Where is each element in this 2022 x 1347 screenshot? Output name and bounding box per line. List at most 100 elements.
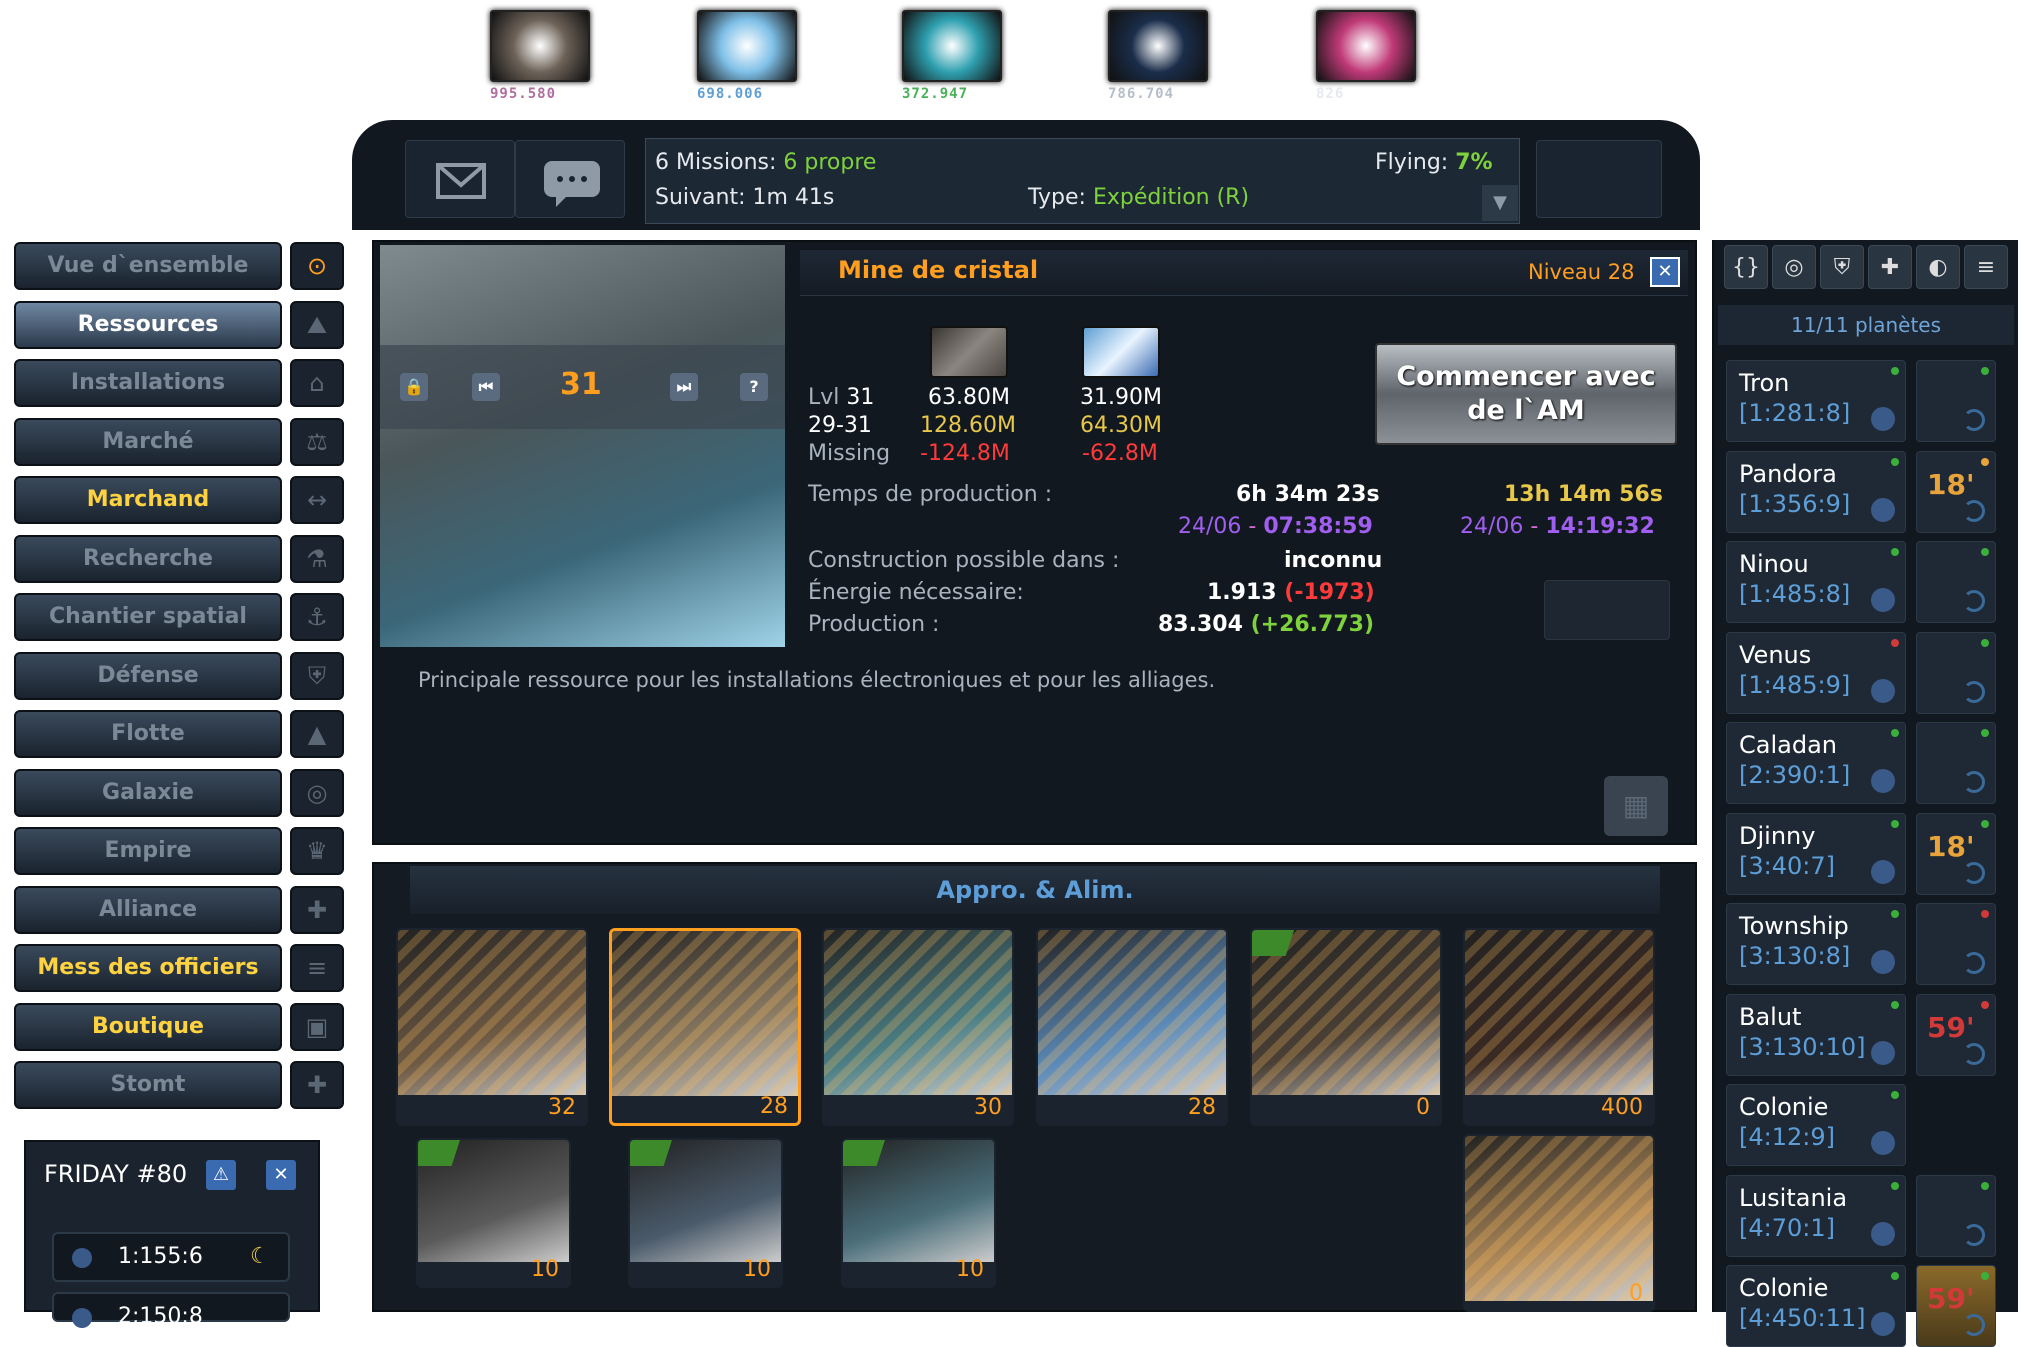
planet-item[interactable]: Pandora [1:356:9] bbox=[1726, 450, 1906, 533]
building-tile[interactable]: 10 bbox=[416, 1138, 571, 1288]
moon-item[interactable] bbox=[1916, 1174, 1996, 1257]
building-tile[interactable]: 28 bbox=[609, 928, 801, 1126]
friday-title: FRIDAY #80 bbox=[44, 1160, 188, 1188]
menu-icon[interactable]: ≡ bbox=[290, 944, 344, 992]
moon-item[interactable]: 18' bbox=[1916, 450, 1996, 533]
building-tile[interactable]: 400 bbox=[1463, 928, 1655, 1126]
planet-item[interactable]: Lusitania [4:70:1] bbox=[1726, 1174, 1906, 1257]
shield-icon[interactable]: ⛨ bbox=[1820, 245, 1864, 289]
tile-level: 0 bbox=[1629, 1281, 1643, 1306]
chat-button[interactable] bbox=[515, 140, 625, 218]
menu-icon[interactable]: ⌂ bbox=[290, 359, 344, 407]
start-with-dark-matter-button[interactable]: Commencer avec de l`AM bbox=[1375, 343, 1677, 445]
status-dot bbox=[1981, 548, 1989, 556]
building-tile[interactable]: 10 bbox=[628, 1138, 783, 1288]
building-tile[interactable]: 0 bbox=[1463, 1134, 1655, 1312]
target-icon[interactable]: ◎ bbox=[1772, 245, 1816, 289]
menu-item-ressources[interactable]: Ressources bbox=[14, 300, 282, 349]
menu-item-marchand[interactable]: Marchand bbox=[14, 476, 282, 524]
moon-item[interactable]: 18' bbox=[1916, 812, 1996, 895]
close-icon[interactable]: ✕ bbox=[1650, 257, 1680, 287]
menu-icon[interactable]: ▲ bbox=[290, 710, 344, 758]
resource-crystal[interactable]: 698.006 bbox=[697, 10, 797, 102]
resource-deuterium[interactable]: 372.947 bbox=[902, 10, 1002, 102]
grid-icon[interactable]: ✚ bbox=[1868, 245, 1912, 289]
planet-item[interactable]: Ninou [1:485:8] bbox=[1726, 541, 1906, 623]
moon-item[interactable]: 59' bbox=[1916, 993, 1996, 1076]
moon-item[interactable] bbox=[1916, 631, 1996, 714]
resource-settings-icon[interactable]: ▦ bbox=[1604, 776, 1668, 836]
menu-item-empire[interactable]: Empire bbox=[14, 827, 282, 875]
moon-item[interactable] bbox=[1916, 541, 1996, 623]
moon-item[interactable]: 59' bbox=[1916, 1265, 1996, 1347]
menu-icon[interactable]: ↔ bbox=[290, 476, 344, 524]
menu-item-stomt[interactable]: Stomt bbox=[14, 1061, 282, 1109]
construct-value: inconnu bbox=[1284, 548, 1383, 573]
planet-item[interactable]: Township [3:130:8] bbox=[1726, 903, 1906, 985]
menu-item-vue-d-ensemble[interactable]: Vue d`ensemble bbox=[14, 242, 282, 290]
lock-icon[interactable]: 🔒 bbox=[400, 373, 428, 401]
planet-name: Pandora bbox=[1739, 459, 1837, 488]
menu-icon[interactable]: ▣ bbox=[290, 1002, 344, 1051]
last-level-icon[interactable]: ⏭ bbox=[670, 373, 698, 401]
menu-icon[interactable]: ♛ bbox=[290, 827, 344, 875]
menu-icon[interactable]: ⊙ bbox=[290, 242, 344, 290]
menu-item-galaxie[interactable]: Galaxie bbox=[14, 768, 282, 817]
resource-dark-matter[interactable]: 786.704 bbox=[1108, 10, 1208, 102]
planet-icon bbox=[1871, 497, 1895, 522]
planet-icon bbox=[1871, 588, 1895, 612]
menu-item-boutique[interactable]: Boutique bbox=[14, 1002, 282, 1051]
resource-metal[interactable]: 995.580 bbox=[490, 10, 590, 102]
building-tile[interactable]: 10 bbox=[841, 1138, 996, 1288]
supply-title: Appro. & Alim. bbox=[410, 866, 1660, 914]
help-icon[interactable]: ? bbox=[740, 373, 768, 401]
build-button[interactable] bbox=[1544, 580, 1670, 640]
menu-item-alliance[interactable]: Alliance bbox=[14, 885, 282, 934]
mail-button[interactable] bbox=[405, 140, 515, 218]
menu-icon[interactable]: ✚ bbox=[290, 1061, 344, 1109]
planet-item[interactable]: Djinny [3:40:7] bbox=[1726, 812, 1906, 895]
planet-item[interactable]: Balut [3:130:10] bbox=[1726, 993, 1906, 1076]
menu-item-recherche[interactable]: Recherche bbox=[14, 534, 282, 583]
moon-item[interactable] bbox=[1916, 903, 1996, 985]
resource-energy[interactable]: 826 bbox=[1316, 10, 1416, 102]
planet-item[interactable]: Colonie [4:450:11] bbox=[1726, 1265, 1906, 1347]
menu-item-mess-des-officiers[interactable]: Mess des officiers bbox=[14, 944, 282, 992]
stack-icon[interactable]: ≡ bbox=[1964, 245, 2008, 289]
moon-item[interactable] bbox=[1916, 722, 1996, 804]
planet-item[interactable]: Venus [1:485:9] bbox=[1726, 631, 1906, 714]
building-tile[interactable]: 32 bbox=[396, 928, 588, 1126]
building-tile[interactable]: 30 bbox=[822, 928, 1014, 1126]
warning-icon[interactable]: ⚠ bbox=[206, 1160, 236, 1190]
header-right-button[interactable] bbox=[1536, 140, 1662, 218]
menu-item-d-fense[interactable]: Défense bbox=[14, 651, 282, 700]
planet-icon bbox=[1871, 769, 1895, 793]
close-icon[interactable]: ✕ bbox=[266, 1160, 296, 1190]
menu-icon[interactable]: ⚓ bbox=[290, 593, 344, 641]
planet-item[interactable]: Colonie [4:12:9] bbox=[1726, 1084, 1906, 1166]
menu-icon[interactable]: ⚗ bbox=[290, 534, 344, 583]
menu-item-march-[interactable]: Marché bbox=[14, 417, 282, 466]
menu-item-chantier-spatial[interactable]: Chantier spatial bbox=[14, 593, 282, 641]
planet-item[interactable]: Caladan [2:390:1] bbox=[1726, 722, 1906, 804]
building-tile[interactable]: 0 bbox=[1250, 928, 1442, 1126]
friday-row[interactable]: 2:150:8 bbox=[52, 1292, 290, 1329]
planet-coords: [4:12:9] bbox=[1739, 1123, 1835, 1151]
menu-item-flotte[interactable]: Flotte bbox=[14, 710, 282, 758]
first-level-icon[interactable]: ⏮ bbox=[472, 373, 500, 401]
menu-icon[interactable]: ✚ bbox=[290, 885, 344, 934]
code-icon[interactable]: {} bbox=[1724, 245, 1768, 289]
sphere-icon[interactable]: ◐ bbox=[1916, 245, 1960, 289]
menu-icon[interactable]: ⚖ bbox=[290, 417, 344, 466]
moon-item[interactable] bbox=[1916, 360, 1996, 442]
planet-item[interactable]: Tron [1:281:8] bbox=[1726, 360, 1906, 442]
type-text: Type: Expédition (R) bbox=[1028, 185, 1250, 210]
menu-icon[interactable]: ⛰ bbox=[290, 300, 344, 349]
friday-row[interactable]: 1:155:6 ☾ bbox=[52, 1232, 290, 1282]
tile-level: 30 bbox=[974, 1095, 1002, 1120]
building-tile[interactable]: 28 bbox=[1036, 928, 1228, 1126]
menu-item-installations[interactable]: Installations bbox=[14, 359, 282, 407]
menu-icon[interactable]: ◎ bbox=[290, 768, 344, 817]
chevron-down-icon[interactable]: ▼ bbox=[1482, 185, 1518, 221]
menu-icon[interactable]: ⛨ bbox=[290, 651, 344, 700]
